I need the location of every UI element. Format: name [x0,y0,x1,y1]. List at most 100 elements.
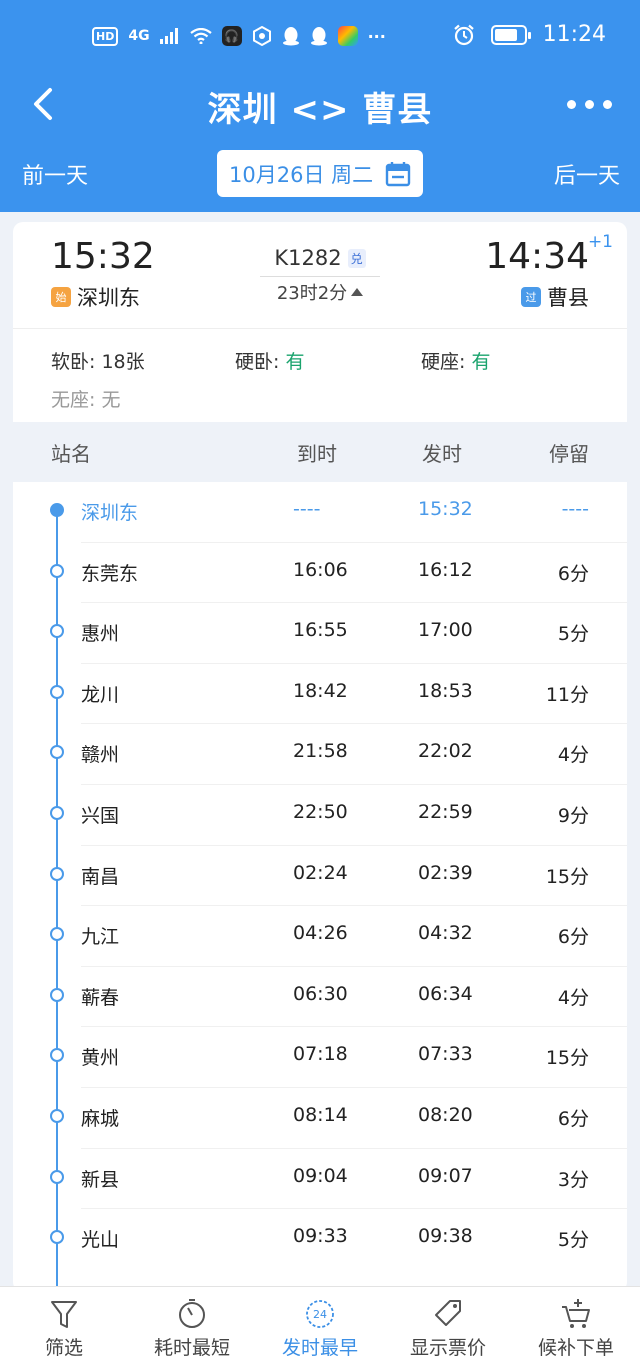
stop-row[interactable]: 惠州 16:55 17:00 5分 [13,603,627,664]
stop-station-name: 东莞东 [81,562,139,585]
battery-icon [490,24,531,45]
stop-arrive-time: 06:30 [293,982,348,1005]
stop-station-name: 黄州 [81,1047,120,1070]
stop-depart-time: 17:00 [418,619,473,642]
pass-tag: 过 [521,287,541,307]
stop-station-name: 兴国 [81,805,120,827]
stop-station-name: 新县 [81,1168,120,1191]
battery-fill [494,28,517,41]
tab-label: 筛选 [44,1337,83,1359]
cart-add-icon [562,1299,590,1328]
tab-label: 耗时最短 [153,1337,230,1359]
headphone-app-icon: 🎧 [221,26,242,46]
arrival-station: 过 曹县 [521,282,589,312]
qq-icon [282,27,299,46]
stop-station-name: 深圳东 [81,502,139,524]
timeline-dot-icon [50,927,64,942]
tab-waitlist-order[interactable]: 候补下单 [512,1287,640,1369]
stop-row[interactable]: 新县 09:04 09:07 3分 [13,1149,627,1210]
stop-depart-time: 09:38 [418,1225,473,1248]
timeline-dot-icon [50,1048,64,1063]
stop-row[interactable]: 南昌 02:24 02:39 15分 [13,846,627,907]
stop-row[interactable]: 九江 04:26 04:32 6分 [13,906,627,967]
stop-arrive-time: 09:04 [293,1164,348,1187]
stop-depart-time: 08:20 [418,1104,473,1126]
hd-badge: HD [92,26,119,46]
train-number-label: K1282 [274,246,342,270]
train-summary: 15:32 始 深圳东 K1282 兑 23时2分 14:34 +1 过 曹县 [13,222,627,328]
stop-row[interactable]: 深圳东 ---- 15:32 ---- [13,482,627,543]
stop-arrive-time: 02:24 [293,861,348,884]
stop-station-name: 南昌 [81,865,120,888]
stop-arrive-time: 18:42 [293,679,348,702]
seat-label: 硬座: [421,351,472,373]
seat-availability: 软卧: 18张 硬卧: 有 硬座: 有 无座: 无 [13,329,627,421]
signal-icon [159,28,178,44]
stop-stay-duration: ---- [561,498,589,520]
stop-row[interactable]: 光山 09:33 09:38 5分 [13,1209,627,1270]
stop-arrive-time: 08:14 [293,1104,348,1126]
date-picker-button[interactable]: 10月26日 周二 [217,150,423,197]
calendar-icon [385,161,411,186]
header-station: 站名 [51,442,91,466]
exchange-badge: 兑 [347,248,366,268]
tab-earliest-departure[interactable]: 24 发时最早 [256,1287,384,1369]
color-app-icon [337,26,358,46]
timeline-dot-icon [50,503,64,517]
seat-soft-sleeper: 软卧: 18张 [51,347,145,374]
stop-stay-duration: 3分 [557,1168,589,1191]
stop-depart-time: 04:32 [418,922,473,945]
stop-depart-time: 16:12 [418,558,473,581]
seat-value: 无 [101,389,121,411]
header-stay: 停留 [549,442,589,466]
next-day-button[interactable]: 后一天 [554,158,620,190]
stop-row[interactable]: 兴国 22:50 22:59 9分 [13,785,627,846]
stop-station-name: 蕲春 [81,986,120,1009]
status-bar-right: 11:24 [453,22,606,47]
stop-row[interactable]: 麻城 08:14 08:20 6分 [13,1088,627,1149]
stop-station-name: 光山 [81,1229,120,1252]
header-arrive: 到时 [297,442,337,466]
train-divider [260,276,380,277]
date-bar: 前一天 10月26日 周二 后一天 [0,150,640,198]
prev-day-button[interactable]: 前一天 [22,158,88,190]
stop-depart-time: 22:02 [418,740,473,763]
stop-stay-duration: 15分 [545,865,589,888]
tab-label: 发时最早 [281,1337,358,1359]
stop-stay-duration: 4分 [557,744,589,767]
more-notifications-icon: ··· [367,26,386,46]
tab-shortest-duration[interactable]: 耗时最短 [128,1287,256,1369]
arrival-station-name: 曹县 [547,286,589,310]
stop-arrive-time: 04:26 [293,922,348,945]
seat-label: 硬卧: [235,351,286,373]
stop-stay-duration: 11分 [545,683,589,706]
stop-stay-duration: 6分 [557,926,589,949]
more-options-icon[interactable] [567,100,612,109]
seat-hard-seat: 硬座: 有 [421,347,490,374]
tab-show-price[interactable]: 显示票价 [384,1287,512,1369]
timeline-dot-icon [50,563,64,578]
stop-stay-duration: 5分 [557,623,589,646]
wifi-icon [189,28,212,44]
stop-depart-time: 07:33 [418,1043,473,1066]
stop-row[interactable]: 蕲春 06:30 06:34 4分 [13,967,627,1028]
header: HD 4G 🎧 ··· 11:24 深圳 <> 曹县 前一天 10月26日 周二 [0,0,640,212]
stop-depart-time: 09:07 [418,1164,473,1187]
timeline-dot-icon [50,1230,64,1245]
stop-row[interactable]: 赣州 21:58 22:02 4分 [13,724,627,785]
tab-label: 显示票价 [409,1337,486,1359]
stop-stay-duration: 4分 [557,986,589,1009]
stop-row[interactable]: 黄州 07:18 07:33 15分 [13,1027,627,1088]
stop-arrive-time: 16:06 [293,558,348,581]
tab-filter[interactable]: 筛选 [0,1287,128,1369]
seat-standing: 无座: 无 [51,385,120,412]
status-time: 11:24 [542,22,606,47]
alarm-icon [453,24,474,45]
stop-row[interactable]: 龙川 18:42 18:53 11分 [13,664,627,725]
duration-toggle[interactable]: 23时2分 [277,279,364,305]
stop-row[interactable]: 东莞东 16:06 16:12 6分 [13,543,627,604]
bottom-toolbar: 筛选 耗时最短 24 发时最早 显示票价 候补下单 [0,1286,640,1369]
train-detail-card: 15:32 始 深圳东 K1282 兑 23时2分 14:34 +1 过 曹县 … [13,222,627,1300]
timeline-dot-icon [50,1169,64,1184]
next-day-badge: +1 [587,232,613,252]
